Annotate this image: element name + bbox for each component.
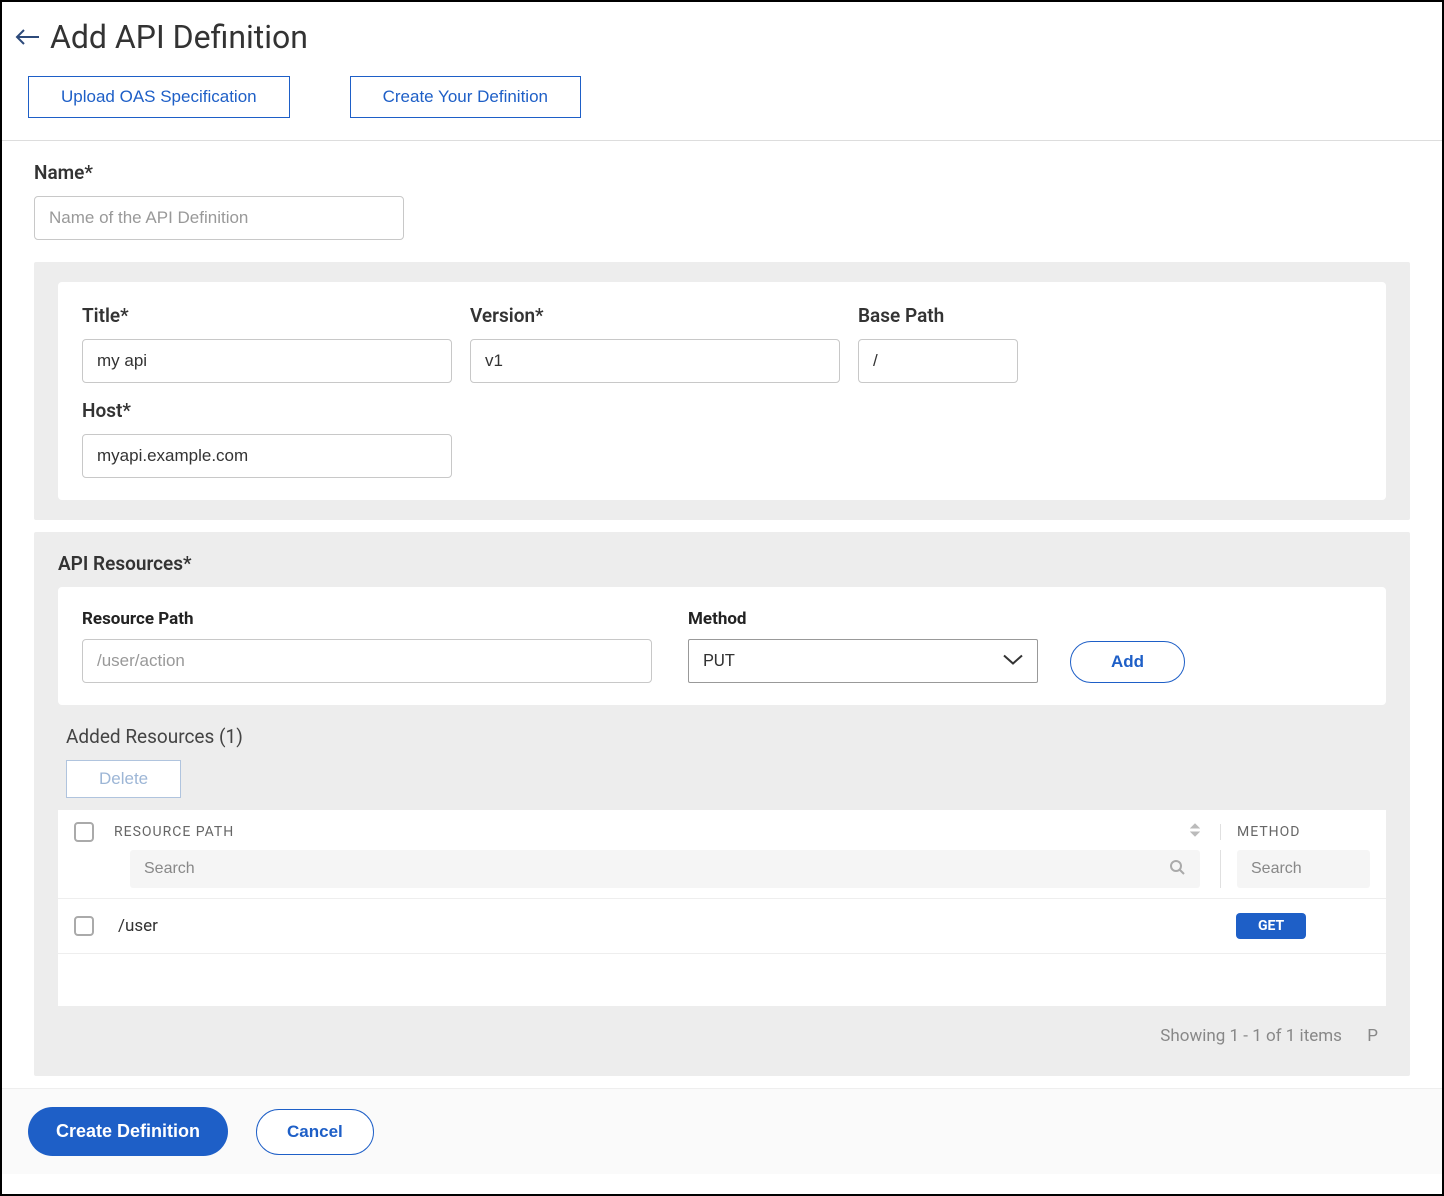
- create-definition-tab-button[interactable]: Create Your Definition: [350, 76, 581, 118]
- search-icon: [1169, 859, 1185, 879]
- resource-path-search-input[interactable]: [130, 850, 1200, 888]
- title-input[interactable]: [82, 339, 452, 383]
- version-label: Version*: [470, 304, 840, 327]
- name-label: Name*: [34, 161, 1410, 184]
- method-column-header: METHOD: [1237, 824, 1300, 840]
- method-badge: GET: [1236, 913, 1306, 939]
- title-label: Title*: [82, 304, 452, 327]
- name-input[interactable]: [34, 196, 404, 240]
- create-definition-button[interactable]: Create Definition: [28, 1107, 228, 1156]
- page-label-fragment: P: [1367, 1026, 1378, 1046]
- basepath-label: Base Path: [858, 304, 1018, 327]
- method-label: Method: [688, 609, 1038, 629]
- select-all-checkbox[interactable]: [74, 822, 94, 842]
- upload-oas-button[interactable]: Upload OAS Specification: [28, 76, 290, 118]
- add-resource-button[interactable]: Add: [1070, 641, 1185, 683]
- table-row: /user GET: [58, 898, 1386, 954]
- method-select[interactable]: PUT: [688, 639, 1038, 683]
- cancel-button[interactable]: Cancel: [256, 1109, 374, 1155]
- api-resources-title: API Resources*: [58, 552, 1386, 575]
- sort-icon[interactable]: [1190, 823, 1200, 841]
- delete-button[interactable]: Delete: [66, 760, 181, 798]
- resource-path-column-header: RESOURCE PATH: [114, 824, 234, 840]
- back-arrow-icon[interactable]: [14, 23, 42, 51]
- added-resources-title: Added Resources (1): [66, 725, 1386, 748]
- basepath-input[interactable]: [858, 339, 1018, 383]
- table-footer-text: Showing 1 - 1 of 1 items: [1160, 1026, 1342, 1046]
- page-title: Add API Definition: [50, 18, 308, 56]
- host-input[interactable]: [82, 434, 452, 478]
- resource-path-label: Resource Path: [82, 609, 652, 629]
- row-path-cell: /user: [114, 916, 1220, 936]
- host-label: Host*: [82, 399, 452, 422]
- version-input[interactable]: [470, 339, 840, 383]
- resource-path-input[interactable]: [82, 639, 652, 683]
- method-search-input[interactable]: [1237, 850, 1370, 888]
- row-checkbox[interactable]: [74, 916, 94, 936]
